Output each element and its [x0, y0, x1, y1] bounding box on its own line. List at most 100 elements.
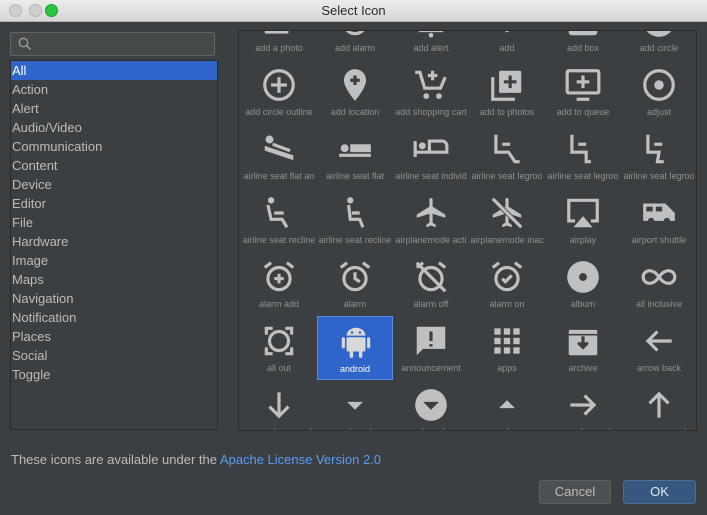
add-circle-icon: [646, 31, 672, 37]
icon-cell[interactable]: airline seat legroo: [621, 124, 696, 188]
search-input[interactable]: [10, 32, 215, 56]
icon-cell[interactable]: arrow back: [621, 316, 696, 380]
arrow-downward-icon: [268, 392, 290, 419]
category-list[interactable]: All Action Alert Audio/Video Communication Co…: [10, 60, 218, 430]
icon-cell[interactable]: announcement: [393, 316, 469, 380]
search-icon: [18, 37, 32, 51]
alarm-icon: [339, 261, 371, 292]
add-alert-icon: [418, 31, 444, 38]
category-item[interactable]: Hardware: [11, 232, 217, 251]
icon-label: archive: [568, 363, 598, 373]
icon-cell[interactable]: add circle outline: [241, 60, 317, 124]
icon-cell[interactable]: alarm add: [241, 252, 317, 316]
arrow-forward-icon: [570, 394, 597, 416]
license-note: These icons are available under the Apac…: [11, 452, 381, 467]
icon-label: airplanemode acti: [395, 235, 467, 245]
icon-cell[interactable]: airport shuttle: [621, 188, 696, 252]
category-item[interactable]: Places: [11, 327, 217, 346]
icon-cell[interactable]: airline seat flat an: [241, 124, 317, 188]
icon-cell[interactable]: arrow drop down: [317, 380, 393, 430]
icon-cell[interactable]: all inclusive: [621, 252, 696, 316]
icon-cell[interactable]: add alarm: [317, 31, 393, 60]
arrow-drop-up-icon: [499, 400, 515, 409]
category-item[interactable]: Alert: [11, 99, 217, 118]
icon-cell[interactable]: add to queue: [545, 60, 621, 124]
icon-cell[interactable]: alarm off: [393, 252, 469, 316]
category-item[interactable]: Audio/Video: [11, 118, 217, 137]
icon-cell[interactable]: airline seat recline: [241, 188, 317, 252]
ok-button[interactable]: OK: [623, 480, 696, 504]
category-item[interactable]: Social: [11, 346, 217, 365]
icon-cell[interactable]: airline seat individ: [393, 124, 469, 188]
icon-cell[interactable]: add to photos: [469, 60, 545, 124]
title-bar: Select Icon: [0, 0, 707, 22]
icon-cell[interactable]: all out: [241, 316, 317, 380]
category-item[interactable]: Image: [11, 251, 217, 270]
icon-cell[interactable]: add box: [545, 31, 621, 60]
icon-cell[interactable]: arrow upward: [621, 380, 696, 430]
apps-icon: [494, 328, 520, 354]
icon-label: add circle outline: [245, 107, 313, 117]
category-item[interactable]: Editor: [11, 194, 217, 213]
icon-cell[interactable]: arrow downward: [241, 380, 317, 430]
add-to-queue-icon: [565, 69, 601, 101]
icon-cell[interactable]: add a photo: [241, 31, 317, 60]
airline-seat-flat-icon: [339, 144, 371, 157]
icon-cell[interactable]: apps: [469, 316, 545, 380]
icon-label: arrow drop up: [469, 427, 545, 430]
adjust-icon: [643, 69, 675, 101]
alarm-off-icon: [415, 261, 447, 293]
license-link[interactable]: Apache License Version 2.0: [220, 452, 381, 467]
icon-cell[interactable]: airline seat legroo: [469, 124, 545, 188]
icon-cell[interactable]: airplanemode inac: [469, 188, 545, 252]
icon-cell[interactable]: add circle: [621, 31, 696, 60]
icon-label: arrow back: [636, 363, 681, 373]
airline-seat-recline-normal-icon: [347, 197, 365, 228]
icon-label: announcement: [401, 363, 461, 373]
icon-cell[interactable]: alarm on: [469, 252, 545, 316]
alarm-on-icon: [491, 261, 523, 292]
airline-seat-legroom-extra-icon: [494, 134, 520, 164]
icon-cell[interactable]: adjust: [621, 60, 696, 124]
category-item[interactable]: Content: [11, 156, 217, 175]
category-item[interactable]: Action: [11, 80, 217, 99]
icon-cell[interactable]: airplay: [545, 188, 621, 252]
cancel-button[interactable]: Cancel: [539, 480, 611, 504]
airplanemode-inactive-icon: [491, 197, 523, 229]
icon-cell[interactable]: airline seat recline: [317, 188, 393, 252]
license-text: These icons are available under the: [11, 452, 220, 467]
icon-cell[interactable]: airline seat flat: [317, 124, 393, 188]
icon-cell[interactable]: arrow forward: [545, 380, 621, 430]
icon-cell[interactable]: add shopping cart: [393, 60, 469, 124]
airline-seat-legroom-reduced-icon: [646, 134, 664, 164]
airline-seat-recline-extra-icon: [266, 197, 289, 229]
icon-cell[interactable]: airplanemode acti: [393, 188, 469, 252]
icon-label: alarm add: [258, 299, 300, 309]
category-item[interactable]: Toggle: [11, 365, 217, 384]
category-item[interactable]: Notification: [11, 308, 217, 327]
add-location-icon: [343, 69, 367, 101]
icon-cell[interactable]: add: [469, 31, 545, 60]
icon-cell[interactable]: arrow drop up: [469, 380, 545, 430]
icon-label: alarm off: [413, 299, 449, 309]
category-item[interactable]: All: [11, 61, 217, 80]
icon-cell[interactable]: album: [545, 252, 621, 316]
icon-cell[interactable]: alarm: [317, 252, 393, 316]
album-icon: [567, 261, 599, 293]
add-alarm-icon: [345, 31, 365, 36]
category-item[interactable]: File: [11, 213, 217, 232]
category-item[interactable]: Navigation: [11, 289, 217, 308]
icon-cell[interactable]: add location: [317, 60, 393, 124]
icon-cell[interactable]: arrow drop down c: [393, 380, 469, 430]
add-icon: [505, 31, 509, 33]
icon-label: all out: [266, 363, 292, 373]
category-item[interactable]: Device: [11, 175, 217, 194]
category-item[interactable]: Communication: [11, 137, 217, 156]
icon-grid[interactable]: add a photo add alarm add alert add add box a…: [238, 30, 697, 431]
icon-cell[interactable]: android: [317, 316, 393, 380]
icon-cell[interactable]: add alert: [393, 31, 469, 60]
icon-cell[interactable]: archive: [545, 316, 621, 380]
icon-cell[interactable]: airline seat legroo: [545, 124, 621, 188]
icon-label: alarm: [343, 299, 367, 309]
category-item[interactable]: Maps: [11, 270, 217, 289]
